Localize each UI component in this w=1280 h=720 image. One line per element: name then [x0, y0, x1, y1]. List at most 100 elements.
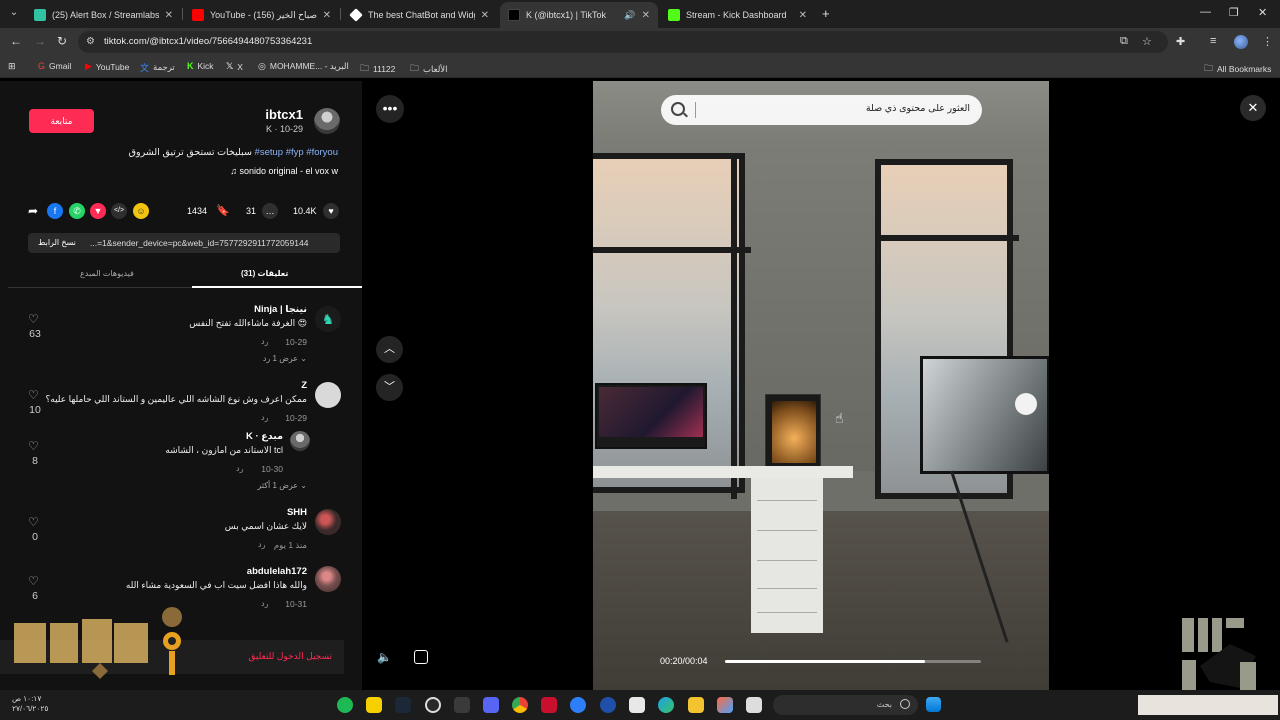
- picture-in-picture-icon[interactable]: [414, 650, 428, 664]
- bookmark-star-icon[interactable]: ☆: [1142, 35, 1152, 48]
- author-avatar[interactable]: [314, 108, 340, 134]
- reply-button[interactable]: رد: [258, 540, 265, 549]
- repost-icon[interactable]: ▼: [90, 203, 106, 219]
- comment-like-icon[interactable]: ♡: [28, 388, 39, 402]
- close-tab-icon[interactable]: ✕: [323, 10, 331, 21]
- login-to-comment-link[interactable]: تسجيل الدخول للتعليق: [248, 651, 332, 662]
- tab-search-icon[interactable]: ⌄: [6, 5, 22, 21]
- bookmark-translate[interactable]: 文 ترجمة: [140, 61, 175, 74]
- cast-icon[interactable]: ⧉: [1120, 35, 1128, 48]
- close-tab-icon[interactable]: ✕: [799, 10, 807, 21]
- commenter-avatar[interactable]: [315, 382, 341, 408]
- volume-icon[interactable]: 🔈: [377, 650, 392, 664]
- reply-button[interactable]: رد: [236, 464, 243, 473]
- calculator-icon[interactable]: [629, 697, 645, 713]
- search-icon[interactable]: [671, 102, 685, 116]
- edge-icon[interactable]: [658, 697, 674, 713]
- site-info-icon[interactable]: ⚙: [86, 36, 95, 47]
- reload-button[interactable]: ↻: [57, 34, 67, 48]
- forward-button[interactable]: →: [34, 34, 46, 48]
- facebook-icon[interactable]: f: [47, 203, 63, 219]
- close-tab-icon[interactable]: ✕: [481, 10, 489, 21]
- follow-button[interactable]: متابعة: [29, 109, 94, 133]
- bookmark-mail[interactable]: ◎ MOHAMME... - البريد: [258, 61, 349, 72]
- previous-video-button[interactable]: ︿: [376, 336, 403, 363]
- video-player[interactable]: [593, 81, 1049, 690]
- audio-playing-icon[interactable]: 🔊: [624, 10, 635, 21]
- related-search-bar[interactable]: العثور على محتوى ذي صلة: [661, 95, 982, 125]
- hp-icon[interactable]: [600, 697, 616, 713]
- tab-tiktok[interactable]: K (@ibtcx1) | TikTok 🔊 ✕: [500, 2, 658, 28]
- tab-comments[interactable]: تعليقات (31): [241, 269, 288, 278]
- comment-like-icon[interactable]: ♡: [28, 312, 39, 326]
- apps-grid-icon[interactable]: ⊞: [8, 61, 16, 72]
- reply-button[interactable]: رد: [261, 337, 268, 346]
- heart-icon[interactable]: ♥: [323, 203, 339, 219]
- commenter-name[interactable]: SHH: [287, 507, 307, 518]
- commenter-avatar[interactable]: [315, 509, 341, 535]
- more-options-button[interactable]: •••: [376, 95, 404, 123]
- reply-button[interactable]: رد: [261, 599, 268, 608]
- comment-like-icon[interactable]: ♡: [28, 574, 39, 588]
- tab-youtube[interactable]: YouTube - صباح الخير (156) ✕: [184, 2, 339, 28]
- maximize-button[interactable]: ❐: [1229, 6, 1239, 19]
- copilot-icon[interactable]: [717, 697, 733, 713]
- close-icon[interactable]: ✕: [1240, 95, 1266, 121]
- settings-icon[interactable]: [425, 697, 441, 713]
- commenter-avatar[interactable]: ♞: [315, 306, 341, 332]
- steam-icon[interactable]: [395, 697, 411, 713]
- commenter-name[interactable]: Ninja | نينجا: [254, 304, 307, 315]
- copy-link-button[interactable]: نسخ الرابط: [38, 238, 76, 247]
- file-explorer-icon[interactable]: [688, 697, 704, 713]
- tab-chatbot[interactable]: The best ChatBot and Widgets ✕: [342, 2, 497, 28]
- commenter-name[interactable]: Z: [301, 380, 307, 391]
- back-button[interactable]: ←: [10, 34, 22, 48]
- bookmark-folder-11122[interactable]: 🗀 11122: [360, 61, 395, 77]
- sound-link[interactable]: ♫ sonido original - el vox w: [230, 166, 338, 176]
- taskbar-search[interactable]: بحث: [773, 695, 918, 715]
- bookmark-x[interactable]: 𝕏X: [226, 61, 243, 72]
- video-progress-bar[interactable]: [725, 660, 981, 663]
- media-controls-icon[interactable]: ≡: [1210, 35, 1216, 47]
- bookmark-youtube[interactable]: ▶ YouTube: [85, 61, 129, 72]
- help-icon[interactable]: [570, 697, 586, 713]
- shield-app-icon[interactable]: [541, 697, 557, 713]
- all-bookmarks[interactable]: 🗀 All Bookmarks: [1204, 61, 1271, 77]
- comment-bubble-icon[interactable]: …: [262, 203, 278, 219]
- commenter-name[interactable]: K · مبدع: [246, 431, 283, 442]
- notes-icon[interactable]: [366, 697, 382, 713]
- address-bar[interactable]: ⚙ tiktok.com/@ibtcx1/video/7566494480753…: [78, 31, 1168, 53]
- close-tab-icon[interactable]: ✕: [165, 10, 173, 21]
- extensions-icon[interactable]: ✚: [1176, 35, 1185, 48]
- system-clock[interactable]: ١٠:١٧ ص ٢٧/٠٦/٢٠٢٥: [12, 694, 48, 714]
- menu-kebab-icon[interactable]: ⋮: [1262, 35, 1273, 48]
- view-replies-button[interactable]: عرض 1 رد ⌄: [263, 354, 307, 363]
- caption-hashtags[interactable]: #setup #fyp #foryou: [255, 147, 338, 158]
- profile-avatar[interactable]: [1234, 35, 1248, 49]
- reply-button[interactable]: رد: [261, 413, 268, 422]
- spotify-icon[interactable]: [337, 697, 353, 713]
- comment-like-icon[interactable]: ♡: [28, 515, 39, 529]
- emoji-icon[interactable]: ☺: [133, 203, 149, 219]
- new-tab-button[interactable]: +: [822, 6, 830, 21]
- windows-start-icon[interactable]: [926, 697, 941, 712]
- view-more-button[interactable]: عرض 1 أكثر ⌄: [257, 481, 307, 490]
- comment-like-icon[interactable]: ♡: [28, 439, 39, 453]
- close-tab-icon[interactable]: ✕: [642, 10, 650, 21]
- minimize-button[interactable]: —: [1200, 6, 1211, 18]
- chrome-icon[interactable]: [512, 697, 528, 713]
- next-video-button[interactable]: ﹀: [376, 374, 403, 401]
- bookmark-kick[interactable]: K Kick: [187, 61, 214, 71]
- author-name[interactable]: ibtcx1: [265, 107, 303, 122]
- tab-kick[interactable]: Stream - Kick Dashboard ✕: [660, 2, 815, 28]
- bookmark-icon[interactable]: 🔖: [216, 202, 230, 220]
- commenter-avatar[interactable]: [315, 566, 341, 592]
- share-url[interactable]: ...=1&sender_device=pc&web_id=7577292911…: [90, 238, 308, 248]
- embed-icon[interactable]: </>: [111, 203, 127, 219]
- commenter-name[interactable]: abdulelah172: [247, 566, 307, 577]
- obs-icon[interactable]: [454, 697, 470, 713]
- bookmark-gmail[interactable]: G Gmail: [38, 61, 71, 71]
- share-arrow-icon[interactable]: ➦: [28, 202, 38, 220]
- discord-icon[interactable]: [483, 697, 499, 713]
- bookmark-folder-games[interactable]: 🗀 الألعاب: [410, 61, 448, 77]
